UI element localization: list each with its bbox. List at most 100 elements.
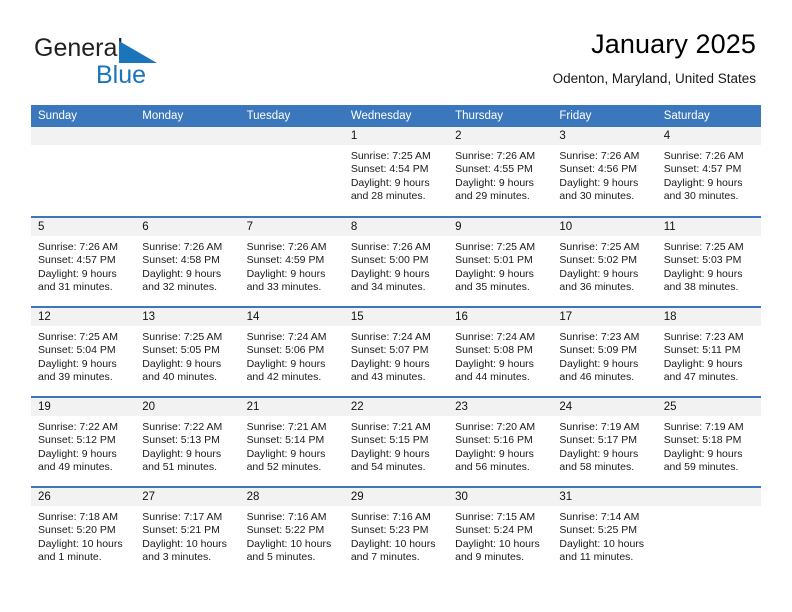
day-cell-empty [135,127,240,215]
daylight-text-line1: Daylight: 9 hours [38,447,117,460]
sunset-text: Sunset: 5:08 PM [455,344,533,357]
daylight-text-line1: Daylight: 9 hours [142,447,222,460]
daylight-text-line1: Daylight: 9 hours [246,357,326,370]
daylight-text-line1: Daylight: 9 hours [559,267,639,280]
daylight-text-line2: and 42 minutes. [246,371,322,384]
weekday-header-tuesday: Tuesday [239,105,344,127]
calendar-cell[interactable]: 27 Sunrise: 7:17 AM Sunset: 5:21 PM Dayl… [135,486,240,577]
daylight-text-line1: Daylight: 10 hours [350,537,436,550]
sunrise-text: Sunrise: 7:21 AM [350,421,431,433]
sunset-text: Sunset: 4:57 PM [663,163,742,176]
sunset-text: Sunset: 5:16 PM [455,434,533,447]
day-number: 14 [239,308,344,326]
day-number: 25 [656,398,761,416]
calendar-cell[interactable]: 18 Sunrise: 7:23 AM Sunset: 5:11 PM Dayl… [656,306,761,397]
calendar-cell[interactable] [239,127,344,217]
sunset-text: Sunset: 5:07 PM [350,344,429,357]
calendar-cell[interactable] [31,127,136,217]
calendar-cell[interactable]: 16 Sunrise: 7:24 AM Sunset: 5:08 PM Dayl… [448,306,553,397]
calendar-cell[interactable]: 2 Sunrise: 7:26 AM Sunset: 4:55 PM Dayli… [448,127,553,217]
calendar-cell[interactable]: 20 Sunrise: 7:22 AM Sunset: 5:13 PM Dayl… [135,396,240,487]
day-info: Sunrise: 7:22 AM Sunset: 5:12 PM Dayligh… [31,416,135,475]
calendar-week-row: 19 Sunrise: 7:22 AM Sunset: 5:12 PM Dayl… [31,396,761,487]
calendar-page: General Blue January 2025 Odenton, Maryl… [0,0,792,612]
calendar-cell[interactable]: 31 Sunrise: 7:14 AM Sunset: 5:25 PM Dayl… [552,486,657,577]
sunrise-text: Sunrise: 7:15 AM [455,511,536,523]
calendar-cell[interactable]: 11 Sunrise: 7:25 AM Sunset: 5:03 PM Dayl… [656,216,761,307]
day-info: Sunrise: 7:23 AM Sunset: 5:11 PM Dayligh… [657,326,761,385]
calendar-cell[interactable]: 7 Sunrise: 7:26 AM Sunset: 4:59 PM Dayli… [239,216,344,307]
calendar-cell[interactable]: 10 Sunrise: 7:25 AM Sunset: 5:02 PM Dayl… [552,216,657,307]
daylight-text-line1: Daylight: 9 hours [455,176,534,189]
calendar-cell[interactable]: 28 Sunrise: 7:16 AM Sunset: 5:22 PM Dayl… [239,486,344,577]
sunset-text: Sunset: 5:15 PM [350,434,429,447]
day-number: 6 [135,218,240,236]
svg-text:General: General [34,34,123,62]
sunrise-text: Sunrise: 7:19 AM [559,421,640,433]
calendar-cell[interactable]: 1 Sunrise: 7:25 AM Sunset: 4:54 PM Dayli… [343,127,449,217]
calendar-cell[interactable]: 15 Sunrise: 7:24 AM Sunset: 5:07 PM Dayl… [343,306,449,397]
calendar-cell[interactable] [135,127,240,217]
day-info: Sunrise: 7:25 AM Sunset: 5:03 PM Dayligh… [657,236,761,295]
daylight-text-line2: and 52 minutes. [246,461,322,474]
calendar-cell[interactable]: 25 Sunrise: 7:19 AM Sunset: 5:18 PM Dayl… [656,396,761,487]
calendar-cell[interactable]: 22 Sunrise: 7:21 AM Sunset: 5:15 PM Dayl… [343,396,449,487]
day-number [239,127,344,145]
calendar-cell[interactable]: 5 Sunrise: 7:26 AM Sunset: 4:57 PM Dayli… [31,216,136,307]
calendar-cell[interactable]: 6 Sunrise: 7:26 AM Sunset: 4:58 PM Dayli… [135,216,240,307]
daylight-text-line1: Daylight: 10 hours [455,537,540,550]
sunrise-text: Sunrise: 7:16 AM [246,511,327,523]
daylight-text-line2: and 28 minutes. [350,190,426,203]
sunset-text: Sunset: 5:13 PM [142,434,220,447]
general-blue-logo[interactable]: General Blue [34,32,244,88]
calendar-cell[interactable]: 8 Sunrise: 7:26 AM Sunset: 5:00 PM Dayli… [343,216,449,307]
daylight-text-line2: and 7 minutes. [350,551,420,564]
day-cell: 15 Sunrise: 7:24 AM Sunset: 5:07 PM Dayl… [343,308,449,396]
sunrise-text: Sunrise: 7:25 AM [455,241,536,253]
calendar-cell[interactable]: 26 Sunrise: 7:18 AM Sunset: 5:20 PM Dayl… [31,486,136,577]
day-cell: 2 Sunrise: 7:26 AM Sunset: 4:55 PM Dayli… [448,127,553,215]
daylight-text-line2: and 46 minutes. [559,371,635,384]
sunset-text: Sunset: 5:22 PM [246,524,325,537]
day-cell: 25 Sunrise: 7:19 AM Sunset: 5:18 PM Dayl… [656,398,761,486]
daylight-text-line2: and 47 minutes. [663,371,739,384]
calendar-table: Sunday Monday Tuesday Wednesday Thursday… [31,105,761,577]
sunset-text: Sunset: 5:23 PM [350,524,429,537]
calendar-cell[interactable]: 12 Sunrise: 7:25 AM Sunset: 5:04 PM Dayl… [31,306,136,397]
sunset-text: Sunset: 4:54 PM [350,163,429,176]
day-number: 21 [239,398,344,416]
day-cell: 7 Sunrise: 7:26 AM Sunset: 4:59 PM Dayli… [239,218,344,306]
day-info: Sunrise: 7:24 AM Sunset: 5:06 PM Dayligh… [240,326,344,385]
daylight-text-line1: Daylight: 9 hours [246,267,326,280]
day-number: 10 [552,218,657,236]
sunset-text: Sunset: 5:18 PM [663,434,742,447]
daylight-text-line1: Daylight: 9 hours [559,357,639,370]
weekday-header-monday: Monday [135,105,240,127]
calendar-cell[interactable]: 9 Sunrise: 7:25 AM Sunset: 5:01 PM Dayli… [448,216,553,307]
daylight-text-line2: and 34 minutes. [350,281,426,294]
day-info: Sunrise: 7:26 AM Sunset: 4:56 PM Dayligh… [552,145,656,204]
calendar-cell[interactable] [656,486,761,577]
day-info: Sunrise: 7:14 AM Sunset: 5:25 PM Dayligh… [552,506,656,565]
calendar-cell[interactable]: 24 Sunrise: 7:19 AM Sunset: 5:17 PM Dayl… [552,396,657,487]
day-number: 29 [343,488,449,506]
day-number: 13 [135,308,240,326]
sunset-text: Sunset: 5:06 PM [246,344,325,357]
calendar-cell[interactable]: 23 Sunrise: 7:20 AM Sunset: 5:16 PM Dayl… [448,396,553,487]
calendar-cell[interactable]: 30 Sunrise: 7:15 AM Sunset: 5:24 PM Dayl… [448,486,553,577]
daylight-text-line1: Daylight: 9 hours [38,357,117,370]
day-cell-empty [31,127,136,215]
calendar-cell[interactable]: 13 Sunrise: 7:25 AM Sunset: 5:05 PM Dayl… [135,306,240,397]
calendar-cell[interactable]: 17 Sunrise: 7:23 AM Sunset: 5:09 PM Dayl… [552,306,657,397]
day-number: 31 [552,488,657,506]
daylight-text-line2: and 29 minutes. [455,190,530,203]
calendar-cell[interactable]: 4 Sunrise: 7:26 AM Sunset: 4:57 PM Dayli… [656,127,761,217]
calendar-cell[interactable]: 21 Sunrise: 7:21 AM Sunset: 5:14 PM Dayl… [239,396,344,487]
daylight-text-line1: Daylight: 9 hours [38,267,117,280]
day-info: Sunrise: 7:26 AM Sunset: 4:57 PM Dayligh… [31,236,135,295]
day-number: 9 [448,218,553,236]
calendar-cell[interactable]: 19 Sunrise: 7:22 AM Sunset: 5:12 PM Dayl… [31,396,136,487]
calendar-cell[interactable]: 29 Sunrise: 7:16 AM Sunset: 5:23 PM Dayl… [343,486,449,577]
calendar-cell[interactable]: 3 Sunrise: 7:26 AM Sunset: 4:56 PM Dayli… [552,127,657,217]
calendar-cell[interactable]: 14 Sunrise: 7:24 AM Sunset: 5:06 PM Dayl… [239,306,344,397]
